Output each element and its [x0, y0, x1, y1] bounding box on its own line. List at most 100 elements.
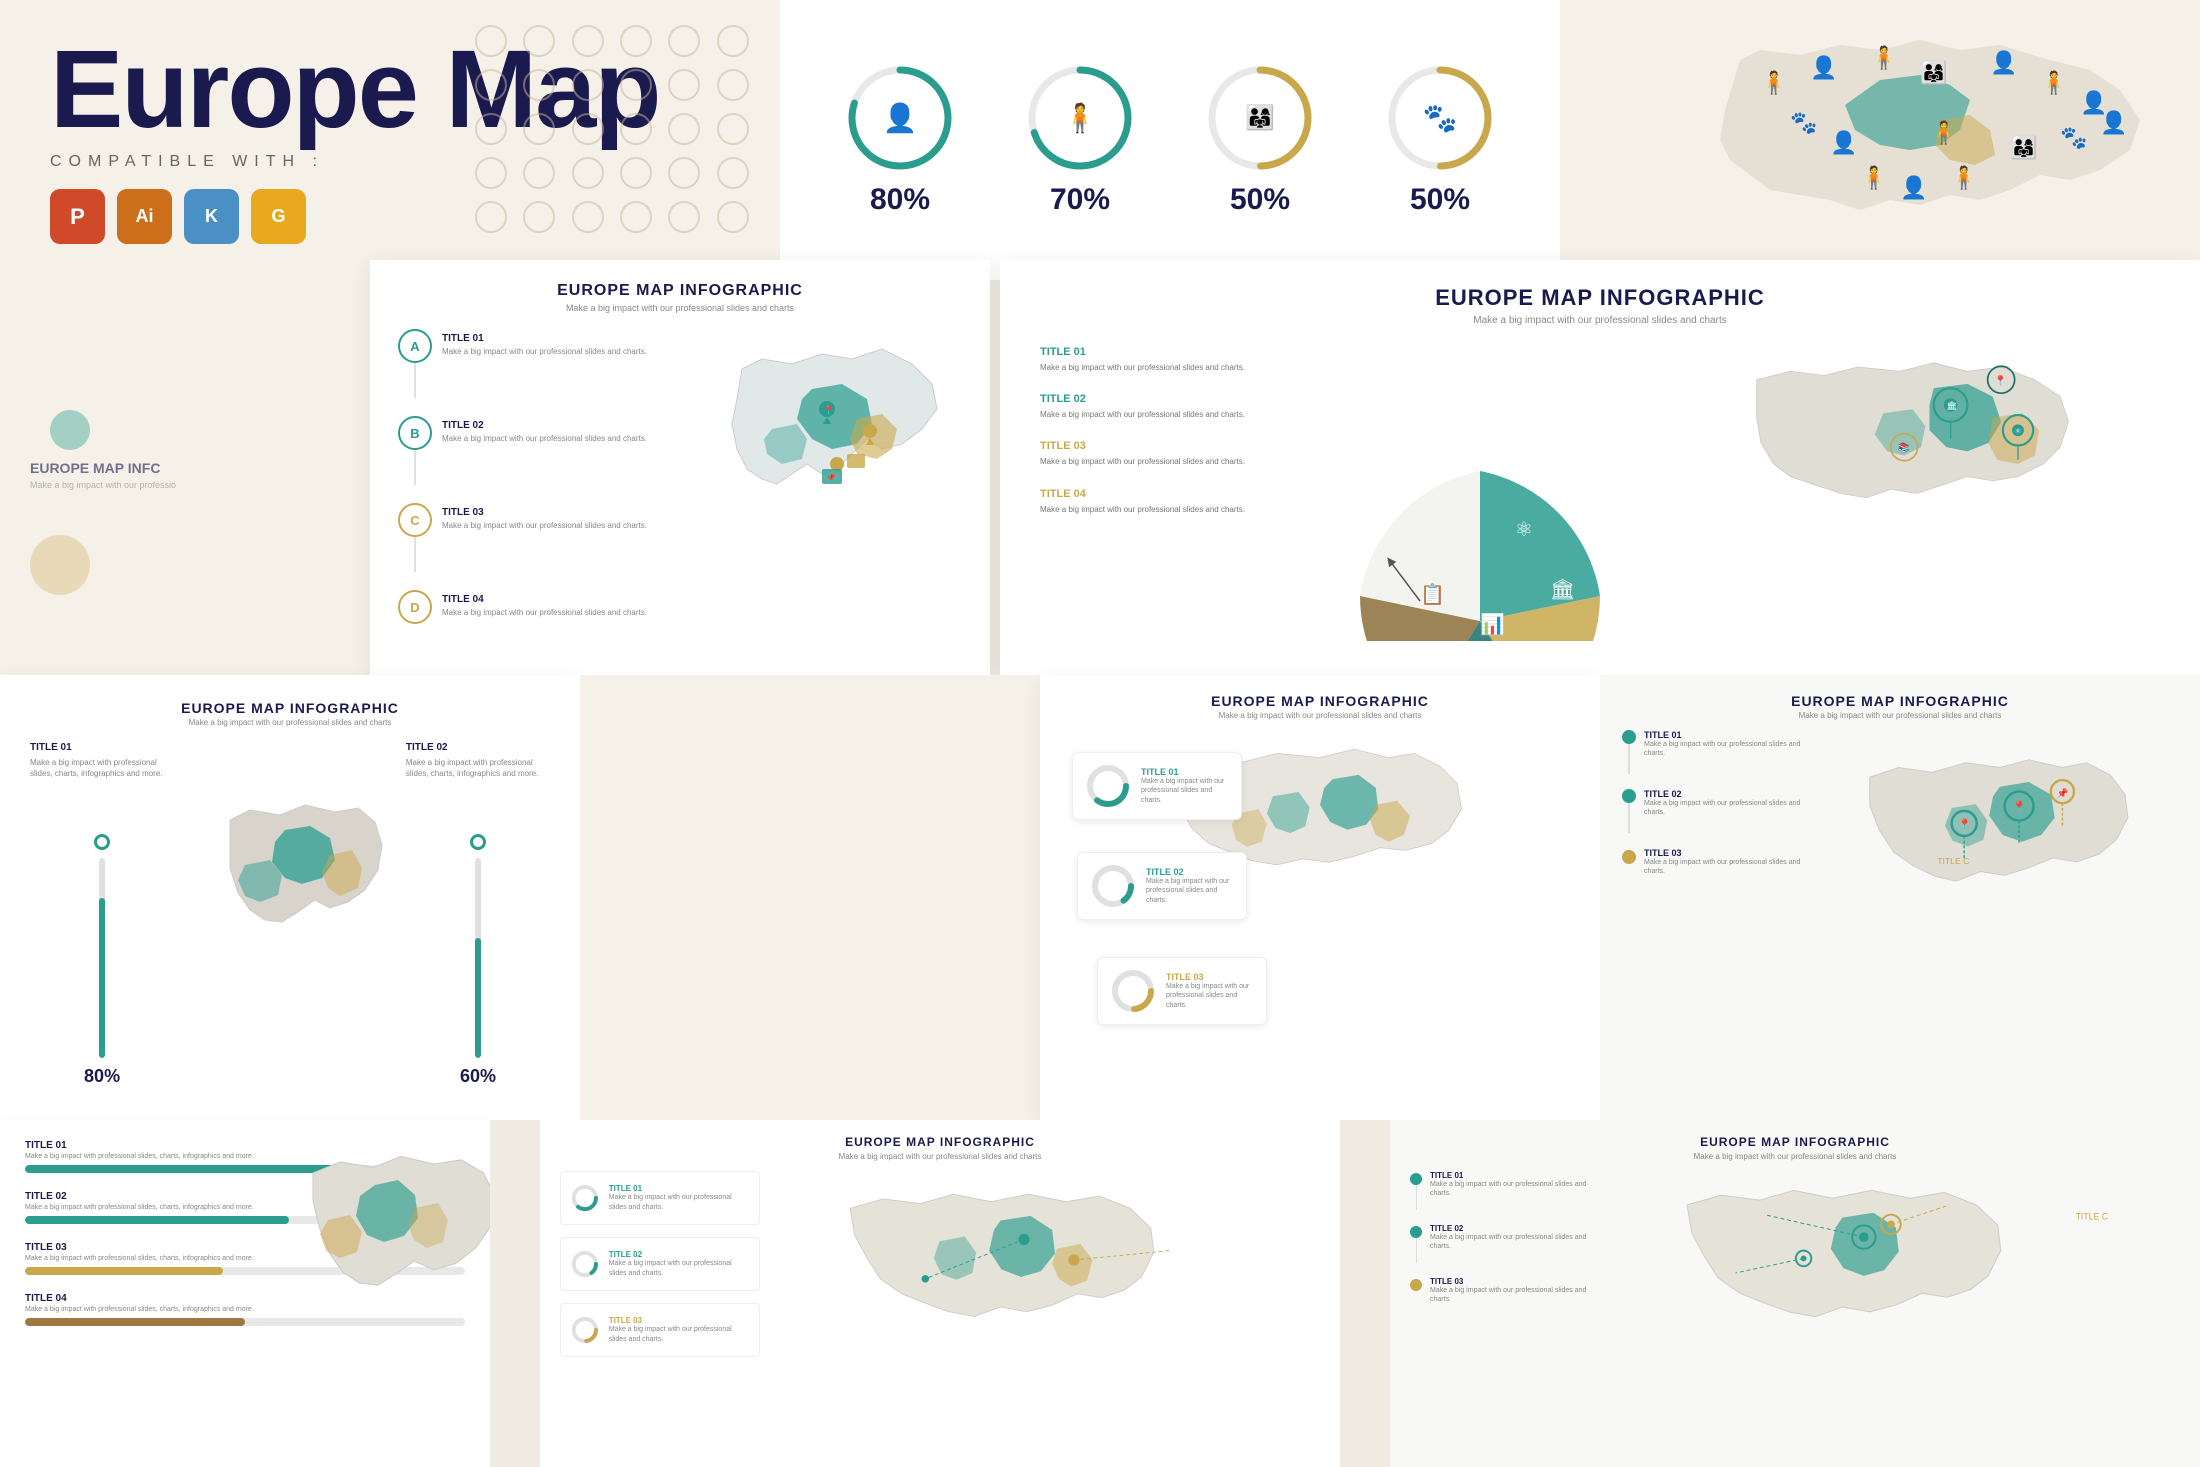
bottom-right-slide: EUROPE MAP INFOGRAPHIC Make a big impact… — [1390, 1120, 2200, 1467]
list-item-a: A TITLE 01 Make a big impact with our pr… — [398, 329, 667, 398]
slide-left-placeholder: EUROPE MAP INFC Make a big impact with o… — [0, 260, 370, 675]
svg-text:🧍: 🧍 — [1760, 70, 1787, 95]
item-c-desc: Make a big impact with our professional … — [442, 520, 647, 531]
googleslides-icon: G — [251, 189, 306, 244]
circle-b: B — [398, 416, 432, 450]
bottom-beige-1 — [490, 1120, 540, 1467]
svg-text:🧍: 🧍 — [1860, 165, 1887, 190]
svg-text:TITLE C: TITLE C — [2076, 1212, 2109, 1222]
bpr-title-3: TITLE 03 — [1430, 1277, 1590, 1286]
europe-map-icons-svg: 🧍 👤 🧍 👨‍👩‍👧 👤 🧍 👤 🐾 👤 🧍 👨‍👩‍👧 🐾 👤 🧍 👤 🧍 — [1560, 0, 2200, 280]
progress-col-2: TITLE 02 Make a big impact with professi… — [406, 742, 550, 1087]
bottom-center-title: EUROPE MAP INFOGRAPHIC — [560, 1135, 1320, 1149]
bottom-right-list: TITLE 01 Make a big impact with our prof… — [1410, 1171, 1590, 1443]
donut-map-container: TITLE 01 Make a big impact with our prof… — [1062, 732, 1578, 1037]
svg-text:🏛: 🏛 — [1946, 400, 1957, 410]
bottom-pin-1: TITLE 01 Make a big impact with our prof… — [1410, 1171, 1590, 1210]
slide1-europe-svg: 📍 📌 — [682, 329, 962, 649]
pin-item-3: TITLE 03 Make a big impact with our prof… — [1622, 848, 1802, 876]
bottom-donut-1: TITLE 01 Make a big impact with our prof… — [560, 1171, 760, 1225]
bottom-donut-title-3: TITLE 03 — [609, 1316, 751, 1325]
svg-text:👤: 👤 — [1810, 55, 1837, 80]
svg-text:⚛: ⚛ — [1515, 519, 1533, 541]
slide2-subtitle: Make a big impact with our professional … — [1040, 315, 2160, 326]
svg-text:📚: 📚 — [1898, 442, 1910, 454]
stat-item-1: 👤 80% — [845, 63, 955, 217]
stat-item-4: 🐾 50% — [1385, 63, 1495, 217]
item-d-desc: Make a big impact with our professional … — [442, 607, 647, 618]
bpr-desc-1: Make a big impact with our professional … — [1430, 1180, 1590, 1198]
powerpoint-icon: P — [50, 189, 105, 244]
slide-pins-subtitle: Make a big impact with our professional … — [1622, 711, 2178, 720]
donut-desc-2: Make a big impact with our professional … — [1146, 877, 1236, 904]
pin-desc-3: Make a big impact with our professional … — [1644, 858, 1802, 876]
item-a-desc: Make a big impact with our professional … — [442, 346, 647, 357]
progress-label-01: 80% — [84, 1066, 120, 1087]
middle-beige — [580, 675, 1040, 1125]
slide-progress-subtitle: Make a big impact with our professional … — [30, 718, 550, 727]
bottom-donut-title-2: TITLE 02 — [609, 1250, 751, 1259]
progress-label-02: 60% — [460, 1066, 496, 1087]
slide2-map-area: 🏛 ⚛ 📍 📚 — [1640, 346, 2160, 641]
bottom-center-subtitle: Make a big impact with our professional … — [560, 1152, 1320, 1161]
pin-title-3: TITLE 03 — [1644, 848, 1802, 858]
svg-text:👨‍👩‍👧: 👨‍👩‍👧 — [1920, 60, 1947, 85]
svg-text:📊: 📊 — [1480, 612, 1505, 636]
bottom-donut-desc-3: Make a big impact with our professional … — [609, 1325, 751, 1343]
svg-text:🏛: 🏛 — [1550, 578, 1575, 601]
list-item-c: C TITLE 03 Make a big impact with our pr… — [398, 503, 667, 572]
donut-title-3: TITLE 03 — [1166, 972, 1256, 982]
bottom-donut-title-1: TITLE 01 — [609, 1184, 751, 1193]
svg-text:👤: 👤 — [1830, 130, 1857, 155]
item-b-desc: Make a big impact with our professional … — [442, 433, 647, 444]
progress-desc-02: Make a big impact with professional slid… — [406, 757, 550, 779]
donut-item-3: TITLE 03 Make a big impact with our prof… — [1097, 957, 1267, 1025]
list-item-d: D TITLE 04 Make a big impact with our pr… — [398, 590, 667, 624]
pins-list: TITLE 01 Make a big impact with our prof… — [1622, 730, 1802, 1094]
svg-text:📌: 📌 — [826, 472, 836, 482]
info-title02: TITLE 02 Make a big impact with our prof… — [1040, 393, 1320, 420]
slide2-title: EUROPE MAP INFOGRAPHIC — [1040, 285, 2160, 311]
pin-item-1: TITLE 01 Make a big impact with our prof… — [1622, 730, 1802, 774]
info-title04: TITLE 04 Make a big impact with our prof… — [1040, 488, 1320, 515]
map-icons-section: 🧍 👤 🧍 👨‍👩‍👧 👤 🧍 👤 🐾 👤 🧍 👨‍👩‍👧 🐾 👤 🧍 👤 🧍 — [1560, 0, 2200, 280]
slide2-europe-svg: 🏛 ⚛ 📍 📚 — [1640, 346, 2160, 641]
slide-donut: EUROPE MAP INFOGRAPHIC Make a big impact… — [1040, 675, 1600, 1125]
bottom-donut-list: TITLE 01 Make a big impact with our prof… — [560, 1171, 760, 1443]
slide1-map-area: 📍 📌 — [682, 329, 962, 649]
slide-partial-subtitle: Make a big impact with our professio — [30, 480, 176, 490]
svg-text:👤: 👤 — [1990, 50, 2017, 75]
svg-text:🧍: 🧍 — [2040, 70, 2067, 95]
stat-value-2: 70% — [1050, 183, 1110, 217]
slide-hbars: TITLE 01 Make a big impact with professi… — [0, 1120, 490, 1467]
svg-text:⚛: ⚛ — [2015, 427, 2022, 436]
donut-item-2: TITLE 02 Make a big impact with our prof… — [1077, 852, 1247, 920]
progress-title-01: TITLE 01 — [30, 742, 174, 753]
slide-pins: EUROPE MAP INFOGRAPHIC Make a big impact… — [1600, 675, 2200, 1125]
bottom-pin-3: TITLE 03 Make a big impact with our prof… — [1410, 1277, 1590, 1304]
stat-item-3: 👨‍👩‍👧 50% — [1205, 63, 1315, 217]
pin-title-1: TITLE 01 — [1644, 730, 1802, 740]
list-item-b: B TITLE 02 Make a big impact with our pr… — [398, 416, 667, 485]
bottom-donut-desc-2: Make a big impact with our professional … — [609, 1259, 751, 1277]
stat-item-2: 🧍 70% — [1025, 63, 1135, 217]
svg-text:🐾: 🐾 — [1790, 110, 1817, 135]
hbars-map — [270, 1120, 490, 1467]
progress-col-1: TITLE 01 Make a big impact with professi… — [30, 742, 174, 1087]
item-d-title: TITLE 04 — [442, 594, 647, 605]
slide-abcd-subtitle: Make a big impact with our professional … — [398, 303, 962, 313]
keynote-icon: K — [184, 189, 239, 244]
svg-text:TITLE C: TITLE C — [1937, 856, 1969, 866]
donut-desc-1: Make a big impact with our professional … — [1141, 777, 1231, 804]
svg-text:🧍: 🧍 — [1870, 45, 1897, 70]
pin-title-2: TITLE 02 — [1644, 789, 1802, 799]
donut-item-1: TITLE 01 Make a big impact with our prof… — [1072, 752, 1242, 820]
bottom-center-map — [775, 1171, 1320, 1443]
svg-text:🧍: 🧍 — [1930, 120, 1957, 145]
svg-text:📍: 📍 — [823, 404, 834, 415]
svg-text:👤: 👤 — [1900, 175, 1927, 200]
circle-a: A — [398, 329, 432, 363]
progress-desc-01: Make a big impact with professional slid… — [30, 757, 174, 779]
bottom-gap — [1340, 1120, 1390, 1467]
bottom-right-map: TITLE C — [1602, 1171, 2180, 1443]
